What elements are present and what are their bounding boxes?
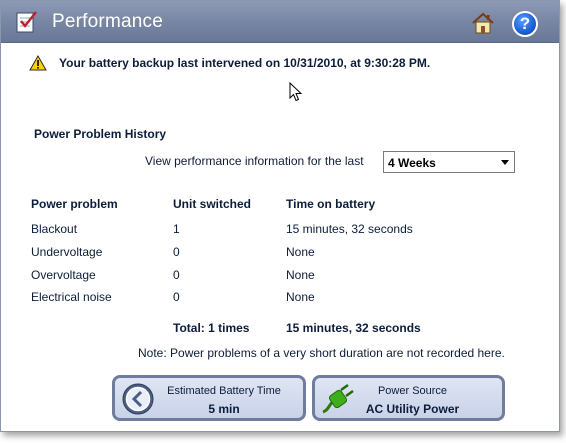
power-source-button[interactable]: Power Source AC Utility Power [312,375,505,421]
power-source-value: AC Utility Power [365,402,460,416]
row-switched: 0 [173,268,180,282]
total-time: 15 minutes, 32 seconds [286,321,421,335]
row-time: None [286,268,315,282]
row-problem: Undervoltage [31,245,103,259]
battery-time-label: Estimated Battery Time [167,385,281,397]
row-switched: 1 [173,222,180,236]
total-label: Total: 1 times [173,321,250,335]
power-source-label: Power Source [377,385,448,397]
title-bar: Performance ? [1,1,559,43]
chevron-down-icon [501,160,509,165]
row-problem: Blackout [31,222,78,236]
help-icon[interactable]: ? [512,11,538,37]
row-time: 15 minutes, 32 seconds [286,222,413,236]
period-dropdown[interactable]: 4 Weeks [383,151,515,173]
row-problem: Overvoltage [31,268,96,282]
row-switched: 0 [173,290,180,304]
column-header-switched: Unit switched [173,197,252,211]
period-label: View performance information for the las… [145,154,364,168]
row-problem: Electrical noise [31,290,112,304]
battery-time-value: 5 min [208,402,240,416]
column-header-problem: Power problem [31,197,118,211]
window-title: Performance [52,11,163,32]
mouse-cursor-icon [289,82,303,102]
column-header-time: Time on battery [286,197,376,211]
warning-icon [29,55,47,71]
power-history-heading: Power Problem History [34,127,167,141]
period-selected-value: 4 Weeks [388,156,436,170]
home-icon[interactable] [471,12,495,34]
row-switched: 0 [173,245,180,259]
footnote: Note: Power problems of a very short dur… [138,346,505,360]
battery-time-button[interactable]: Estimated Battery Time 5 min [112,375,306,421]
row-time: None [286,290,315,304]
alert-message: Your battery backup last intervened on 1… [59,56,431,70]
row-time: None [286,245,315,259]
performance-window: Performance ? Your battery backup last i… [0,0,560,432]
app-checklist-icon [16,11,37,33]
